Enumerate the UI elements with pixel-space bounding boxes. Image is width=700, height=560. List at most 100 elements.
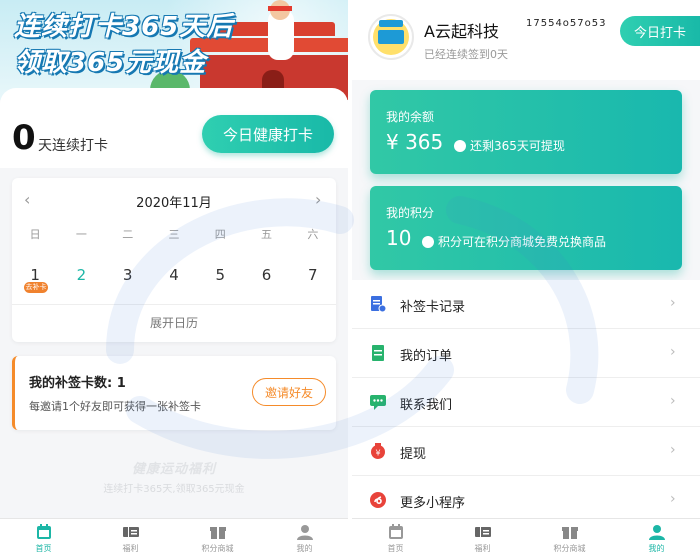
tab-points-mall[interactable]: 积分商城 <box>526 519 613 560</box>
tab-label: 首页 <box>35 544 52 553</box>
calendar: ‹ 2020年11月 › 日 一 二 三 四 五 六 1 2 3 4 5 6 7… <box>12 178 336 342</box>
tab-points-mall[interactable]: 积分商城 <box>174 519 261 560</box>
calendar-icon <box>388 524 403 539</box>
chevron-right-icon: › <box>670 491 676 507</box>
signed-days: 已经连续签到0天 <box>424 48 508 61</box>
avatar-badge <box>379 20 403 27</box>
tab-label: 我的 <box>296 544 313 553</box>
makeup-card-desc: 每邀请1个好友即可获得一张补签卡 <box>29 400 201 413</box>
makeup-tag[interactable]: 去补卡 <box>24 282 48 293</box>
menu-item-label: 联系我们 <box>400 398 453 413</box>
calendar-day[interactable]: 7 <box>290 266 336 284</box>
balance-card[interactable]: 我的余额 ¥ 365 还剩365天可提现 <box>370 90 682 174</box>
banner-title-line2: 领取365元现金 <box>14 48 207 78</box>
makeup-card-panel: 我的补签卡数: 1 每邀请1个好友即可获得一张补签卡 邀请好友 <box>12 356 336 430</box>
settings-menu: 补签卡记录 › 我的订单 › 联系我们 › ¥ 提现 › 更多小程序 › <box>352 280 700 525</box>
order-icon <box>372 345 384 361</box>
streak-count: 0 <box>12 118 36 158</box>
lock-icon <box>454 140 466 152</box>
tab-label: 福利 <box>122 544 139 553</box>
mini-program-icon <box>370 492 386 508</box>
avatar-logo <box>378 30 404 44</box>
calendar-month: 2020年11月 <box>136 196 212 211</box>
health-checkin-button[interactable]: 今日健康打卡 <box>202 115 334 153</box>
menu-item-contact[interactable]: 联系我们 › <box>352 378 700 427</box>
weekday-label: 二 <box>122 228 134 241</box>
balance-value: ¥ 365 <box>386 130 444 154</box>
gift-icon <box>561 527 578 539</box>
banner-title-line1: 连续打卡365天后 <box>14 12 234 42</box>
tab-mine[interactable]: 我的 <box>261 519 348 560</box>
profile-screen: A云起科技 17554o57o53 已经连续签到0天 今日打卡 我的余额 ¥ 3… <box>352 0 700 560</box>
weekday-label: 三 <box>168 228 180 241</box>
balance-label: 我的余额 <box>386 110 435 124</box>
calendar-day[interactable]: 3 <box>105 266 151 284</box>
points-label: 我的积分 <box>386 206 435 220</box>
username: A云起科技 <box>424 22 499 41</box>
makeup-card-count: 我的补签卡数: 1 <box>29 376 126 391</box>
bottom-tab-bar: 首页 福利 积分商城 我的 <box>352 518 700 560</box>
document-check-icon <box>371 296 386 312</box>
menu-item-makeup-records[interactable]: 补签卡记录 › <box>352 280 700 329</box>
chat-icon <box>370 395 386 410</box>
ticket-icon <box>474 527 491 537</box>
menu-item-withdraw[interactable]: ¥ 提现 › <box>352 427 700 476</box>
invite-friends-button[interactable]: 邀请好友 <box>252 378 326 406</box>
lock-icon <box>422 236 434 248</box>
tab-benefits[interactable]: 福利 <box>87 519 174 560</box>
user-icon <box>296 525 313 540</box>
points-card[interactable]: 我的积分 10 积分可在积分商城免费兑换商品 <box>370 186 682 270</box>
calendar-weekdays: 日 一 二 三 四 五 六 <box>12 226 336 242</box>
gift-icon <box>209 527 226 539</box>
points-note: 积分可在积分商城免费兑换商品 <box>438 235 607 249</box>
points-value: 10 <box>386 226 412 250</box>
streak-label: 天连续打卡 <box>38 138 108 154</box>
calendar-days: 1 2 3 4 5 6 7 <box>12 266 336 284</box>
profile-header: A云起科技 17554o57o53 已经连续签到0天 今日打卡 <box>352 0 700 80</box>
promo-subtitle: 连续打卡365天,领取365元现金 <box>103 484 245 495</box>
tab-home[interactable]: 首页 <box>352 519 439 560</box>
bottom-tab-bar: 首页 福利 积分商城 我的 <box>0 518 348 560</box>
menu-item-label: 补签卡记录 <box>400 300 466 315</box>
chevron-right-icon: › <box>670 344 676 360</box>
money-bag-icon: ¥ <box>371 443 385 459</box>
menu-item-orders[interactable]: 我的订单 › <box>352 329 700 378</box>
calendar-day-today[interactable]: 2 <box>58 266 104 284</box>
checkin-today-button[interactable]: 今日打卡 <box>620 16 700 46</box>
expand-calendar-button[interactable]: 展开日历 <box>12 314 336 331</box>
calendar-day[interactable]: 5 <box>197 266 243 284</box>
weekday-label: 日 <box>29 228 41 241</box>
svg-text:¥: ¥ <box>375 449 380 458</box>
next-month-icon[interactable]: › <box>315 190 321 209</box>
tab-benefits[interactable]: 福利 <box>439 519 526 560</box>
avatar[interactable] <box>368 14 414 60</box>
weekday-label: 一 <box>75 228 87 241</box>
calendar-divider <box>12 304 336 305</box>
tab-label: 我的 <box>648 544 665 553</box>
tab-label: 积分商城 <box>201 544 234 553</box>
weekday-label: 四 <box>214 228 226 241</box>
chevron-right-icon: › <box>670 393 676 409</box>
menu-item-label: 提现 <box>400 447 427 462</box>
user-icon <box>648 525 665 540</box>
tab-label: 首页 <box>387 544 404 553</box>
user-id: 17554o57o53 <box>526 18 607 29</box>
ticket-icon <box>122 527 139 537</box>
chevron-right-icon: › <box>670 295 676 311</box>
tab-mine[interactable]: 我的 <box>613 519 700 560</box>
menu-item-label: 更多小程序 <box>400 496 466 511</box>
calendar-icon <box>36 524 51 539</box>
weekday-label: 五 <box>261 228 273 241</box>
runner-headband <box>268 6 292 11</box>
tab-label: 福利 <box>474 544 491 553</box>
promo-title: 健康运动福利 <box>131 462 216 477</box>
chevron-right-icon: › <box>670 442 676 458</box>
promo-banner[interactable]: 连续打卡365天后 领取365元现金 <box>0 0 348 100</box>
tab-home[interactable]: 首页 <box>0 519 87 560</box>
calendar-day[interactable]: 4 <box>151 266 197 284</box>
calendar-day[interactable]: 6 <box>243 266 289 284</box>
home-screen: 连续打卡365天后 领取365元现金 0 天连续打卡 今日健康打卡 ‹ 2020… <box>0 0 348 560</box>
menu-item-label: 我的订单 <box>400 349 453 364</box>
weekday-label: 六 <box>307 228 319 241</box>
balance-note: 还剩365天可提现 <box>470 139 565 153</box>
